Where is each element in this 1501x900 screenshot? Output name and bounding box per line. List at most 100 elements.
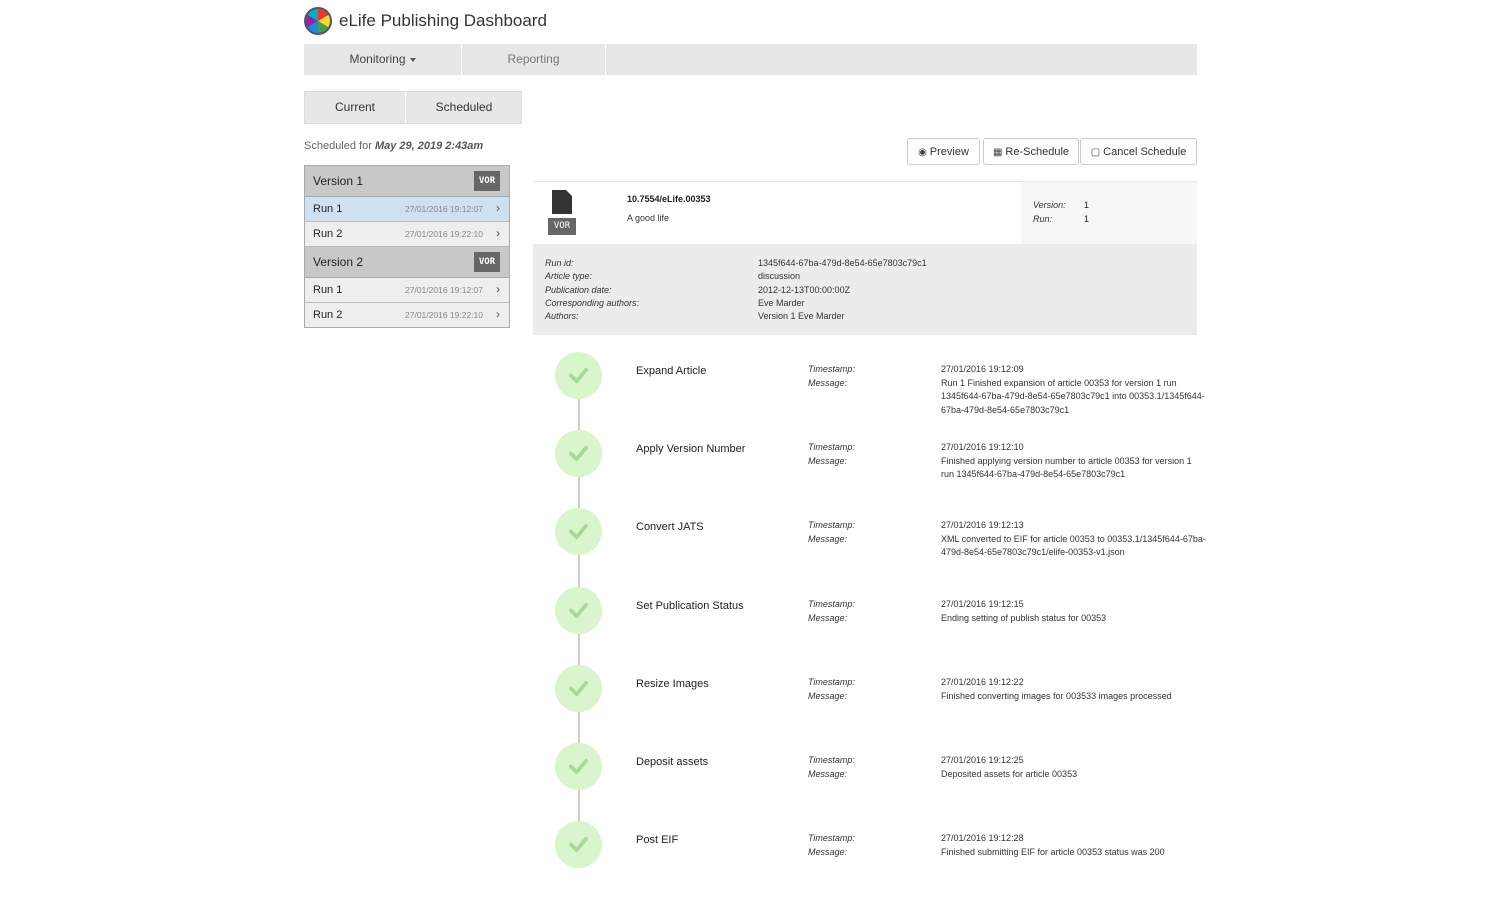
version-key: Version: [1033, 200, 1066, 210]
step-status [555, 821, 602, 868]
schedule-prefix: Scheduled for [304, 140, 372, 152]
step-name: Deposit assets [636, 756, 709, 768]
check-icon [569, 758, 588, 775]
message-key: Message: [808, 690, 848, 701]
version-header: Version 2 VOR [305, 247, 509, 278]
chevron-right-icon: › [496, 226, 500, 240]
calendar-icon: ▦ [992, 147, 1003, 158]
timestamp-value: 27/01/2016 19:12:09 [941, 364, 1024, 374]
message-key: Message: [808, 377, 848, 388]
article-vor-badge: VOR [548, 218, 576, 235]
chevron-right-icon: › [496, 282, 500, 296]
cancel-schedule-label: Cancel Schedule [1103, 146, 1187, 158]
reschedule-label: Re-Schedule [1005, 146, 1070, 158]
message-key: Message: [808, 455, 848, 466]
run-item[interactable]: Run 1 27/01/2016 19:12:07 › [305, 278, 509, 303]
check-icon [569, 680, 588, 697]
message-key: Message: [808, 846, 848, 857]
run-time: 27/01/2016 19:12:07 [405, 204, 483, 214]
nav-reporting[interactable]: Reporting [462, 44, 606, 75]
run-item[interactable]: Run 1 27/01/2016 19:12:07 › [305, 197, 509, 222]
vor-badge: VOR [474, 252, 500, 272]
run-time: 27/01/2016 19:12:07 [405, 285, 483, 295]
run-label: Run 1 [313, 284, 343, 296]
vor-badge: VOR [474, 171, 500, 191]
run-item[interactable]: Run 2 27/01/2016 19:22:10 › [305, 222, 509, 247]
step-status [555, 743, 602, 790]
message-value: XML converted to EIF for article 00353 t… [941, 533, 1206, 558]
nav-monitoring-label: Monitoring [349, 52, 406, 66]
version-label: Version 2 [313, 255, 364, 269]
article-type-value: discussion [758, 271, 801, 281]
check-icon [569, 602, 588, 619]
run-time: 27/01/2016 19:22:10 [405, 310, 483, 320]
timestamp-value: 27/01/2016 19:12:13 [941, 520, 1024, 530]
pubdate-value: 2012-12-13T00:00:00Z [758, 285, 851, 295]
message-value: Finished submitting EIF for article 0035… [941, 846, 1165, 857]
schedule-info: Scheduled for May 29, 2019 2:43am [304, 140, 483, 152]
run-id-key: Run id: [545, 258, 574, 268]
timestamp-value: 27/01/2016 19:12:10 [941, 442, 1024, 452]
check-icon [569, 836, 588, 853]
run-label: Run 1 [313, 203, 343, 215]
step-status [555, 587, 602, 634]
message-value: Finished applying version number to arti… [941, 455, 1192, 480]
step-name: Expand Article [636, 365, 707, 377]
reschedule-button[interactable]: ▦ Re-Schedule [983, 138, 1079, 165]
message-value: Finished converting images for 003533 im… [941, 690, 1172, 701]
timestamp-value: 27/01/2016 19:12:15 [941, 599, 1024, 609]
tab-current[interactable]: Current [305, 92, 406, 123]
run-label: Run 2 [313, 228, 343, 240]
article-doi: 10.7554/eLife.00353 [627, 194, 711, 204]
step-name: Convert JATS [636, 521, 704, 533]
timestamp-key: Timestamp: [808, 599, 855, 609]
version-label: Version 1 [313, 174, 364, 188]
corr-authors-value: Eve Marder [758, 298, 805, 308]
check-icon [569, 445, 588, 462]
check-icon [569, 367, 588, 384]
caret-down-icon [409, 57, 416, 62]
version-value: 1 [1084, 200, 1090, 210]
message-value: Run 1 Finished expansion of article 0035… [941, 377, 1205, 415]
run-label: Run 2 [313, 309, 343, 321]
run-item[interactable]: Run 2 27/01/2016 19:22:10 › [305, 303, 509, 327]
timestamp-key: Timestamp: [808, 833, 855, 843]
check-icon [569, 523, 588, 540]
run-id-value: 1345f644-67ba-479d-8e54-65e7803c79c1 [758, 258, 927, 268]
timestamp-key: Timestamp: [808, 364, 855, 374]
tab-scheduled[interactable]: Scheduled [406, 92, 522, 123]
message-key: Message: [808, 612, 848, 623]
step-status [555, 508, 602, 555]
chevron-right-icon: › [496, 307, 500, 321]
authors-value: Version 1 Eve Marder [758, 311, 845, 321]
main-navbar: Monitoring Reporting [304, 44, 1197, 75]
calendar-icon: ▢ [1090, 147, 1101, 158]
eye-icon: ◉ [918, 147, 927, 158]
version-run-box [1021, 182, 1197, 244]
nav-monitoring[interactable]: Monitoring [304, 44, 462, 75]
run-value: 1 [1084, 214, 1090, 224]
elife-logo [304, 7, 332, 35]
timestamp-value: 27/01/2016 19:12:28 [941, 833, 1024, 843]
app-title: eLife Publishing Dashboard [339, 11, 547, 30]
article-title: A good life [627, 213, 670, 223]
timestamp-key: Timestamp: [808, 520, 855, 530]
chevron-right-icon: › [496, 201, 500, 215]
step-status [555, 352, 602, 399]
message-value: Deposited assets for article 00353 [941, 768, 1078, 779]
step-name: Apply Version Number [636, 443, 746, 455]
message-key: Message: [808, 533, 848, 544]
preview-button[interactable]: ◉ Preview [907, 138, 980, 165]
corr-authors-key: Corresponding authors: [545, 298, 640, 308]
message-value: Ending setting of publish status for 003… [941, 612, 1107, 623]
run-key: Run: [1033, 214, 1053, 224]
document-icon [552, 190, 572, 214]
step-name: Set Publication Status [636, 600, 744, 612]
step-status [555, 665, 602, 712]
article-type-key: Article type: [545, 271, 593, 281]
timestamp-value: 27/01/2016 19:12:25 [941, 755, 1024, 765]
cancel-schedule-button[interactable]: ▢ Cancel Schedule [1080, 138, 1197, 165]
version-list: Version 1 VOR Run 1 27/01/2016 19:12:07 … [304, 165, 510, 328]
schedule-date: May 29, 2019 2:43am [374, 140, 484, 152]
timestamp-value: 27/01/2016 19:12:22 [941, 677, 1024, 687]
